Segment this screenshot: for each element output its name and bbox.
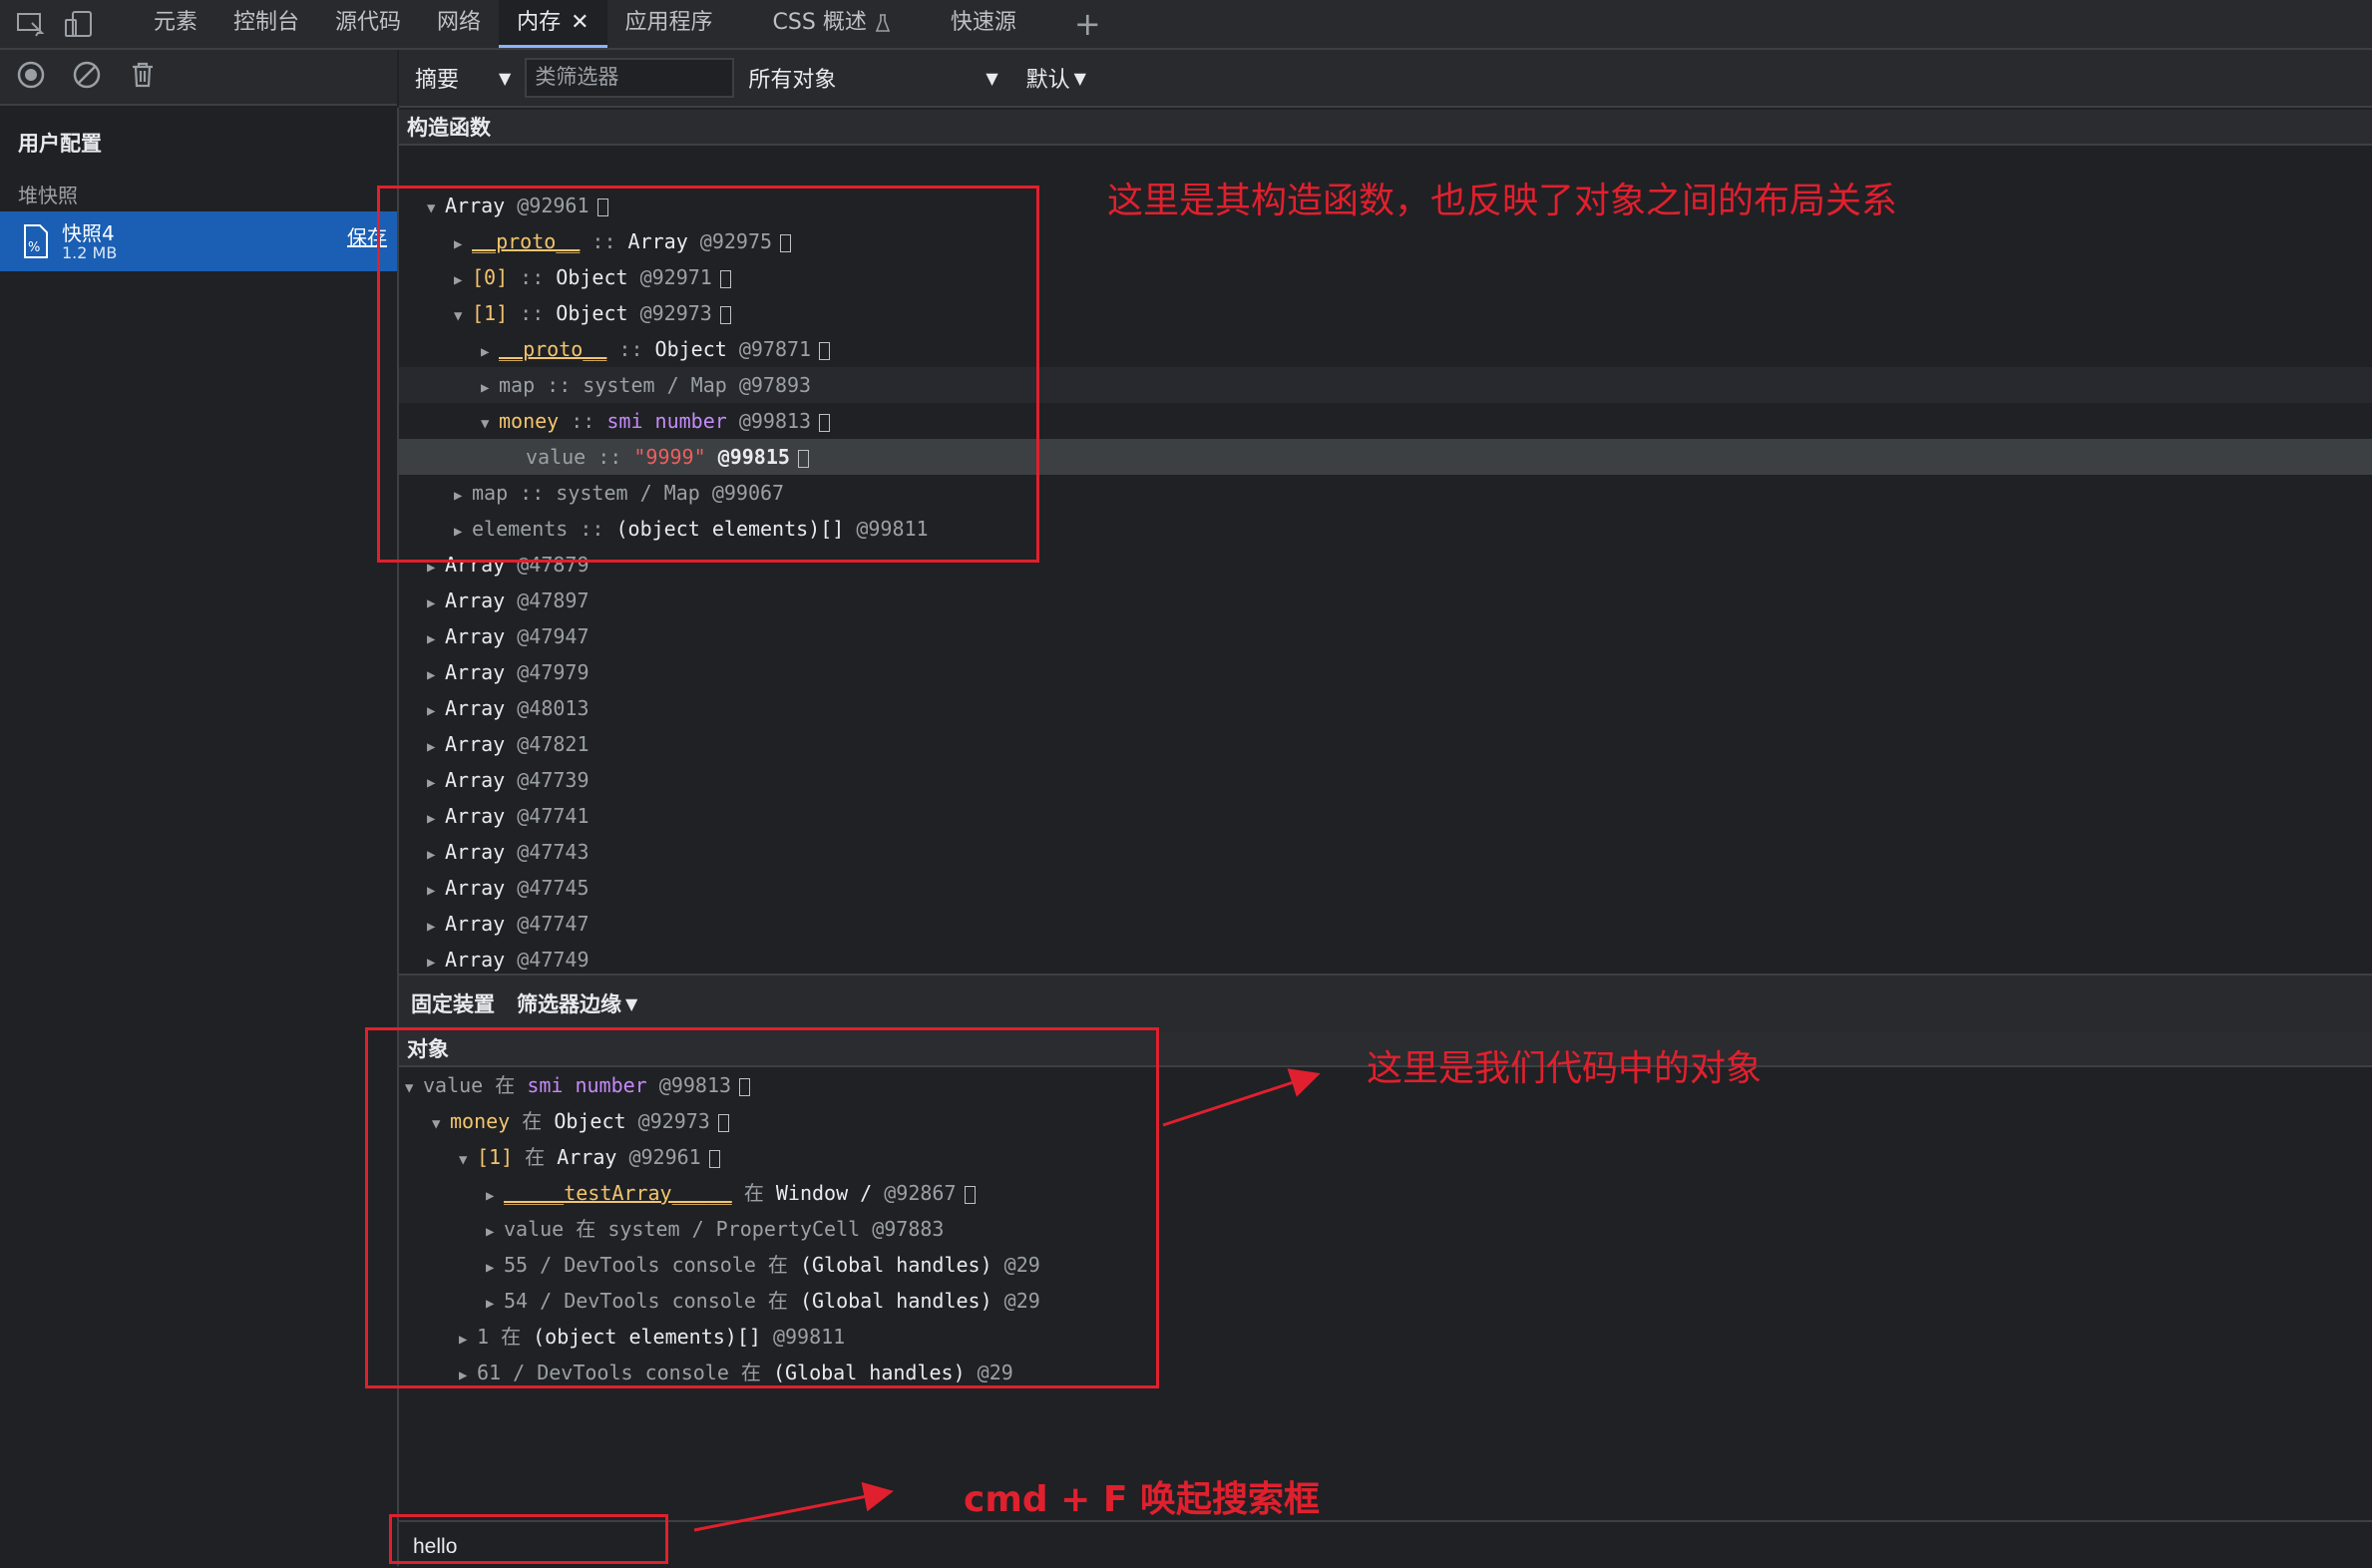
object-annotation-arrow xyxy=(1162,1068,1321,1127)
search-annotation-arrow xyxy=(693,1481,894,1532)
annotation-arrows xyxy=(693,1068,1321,1532)
